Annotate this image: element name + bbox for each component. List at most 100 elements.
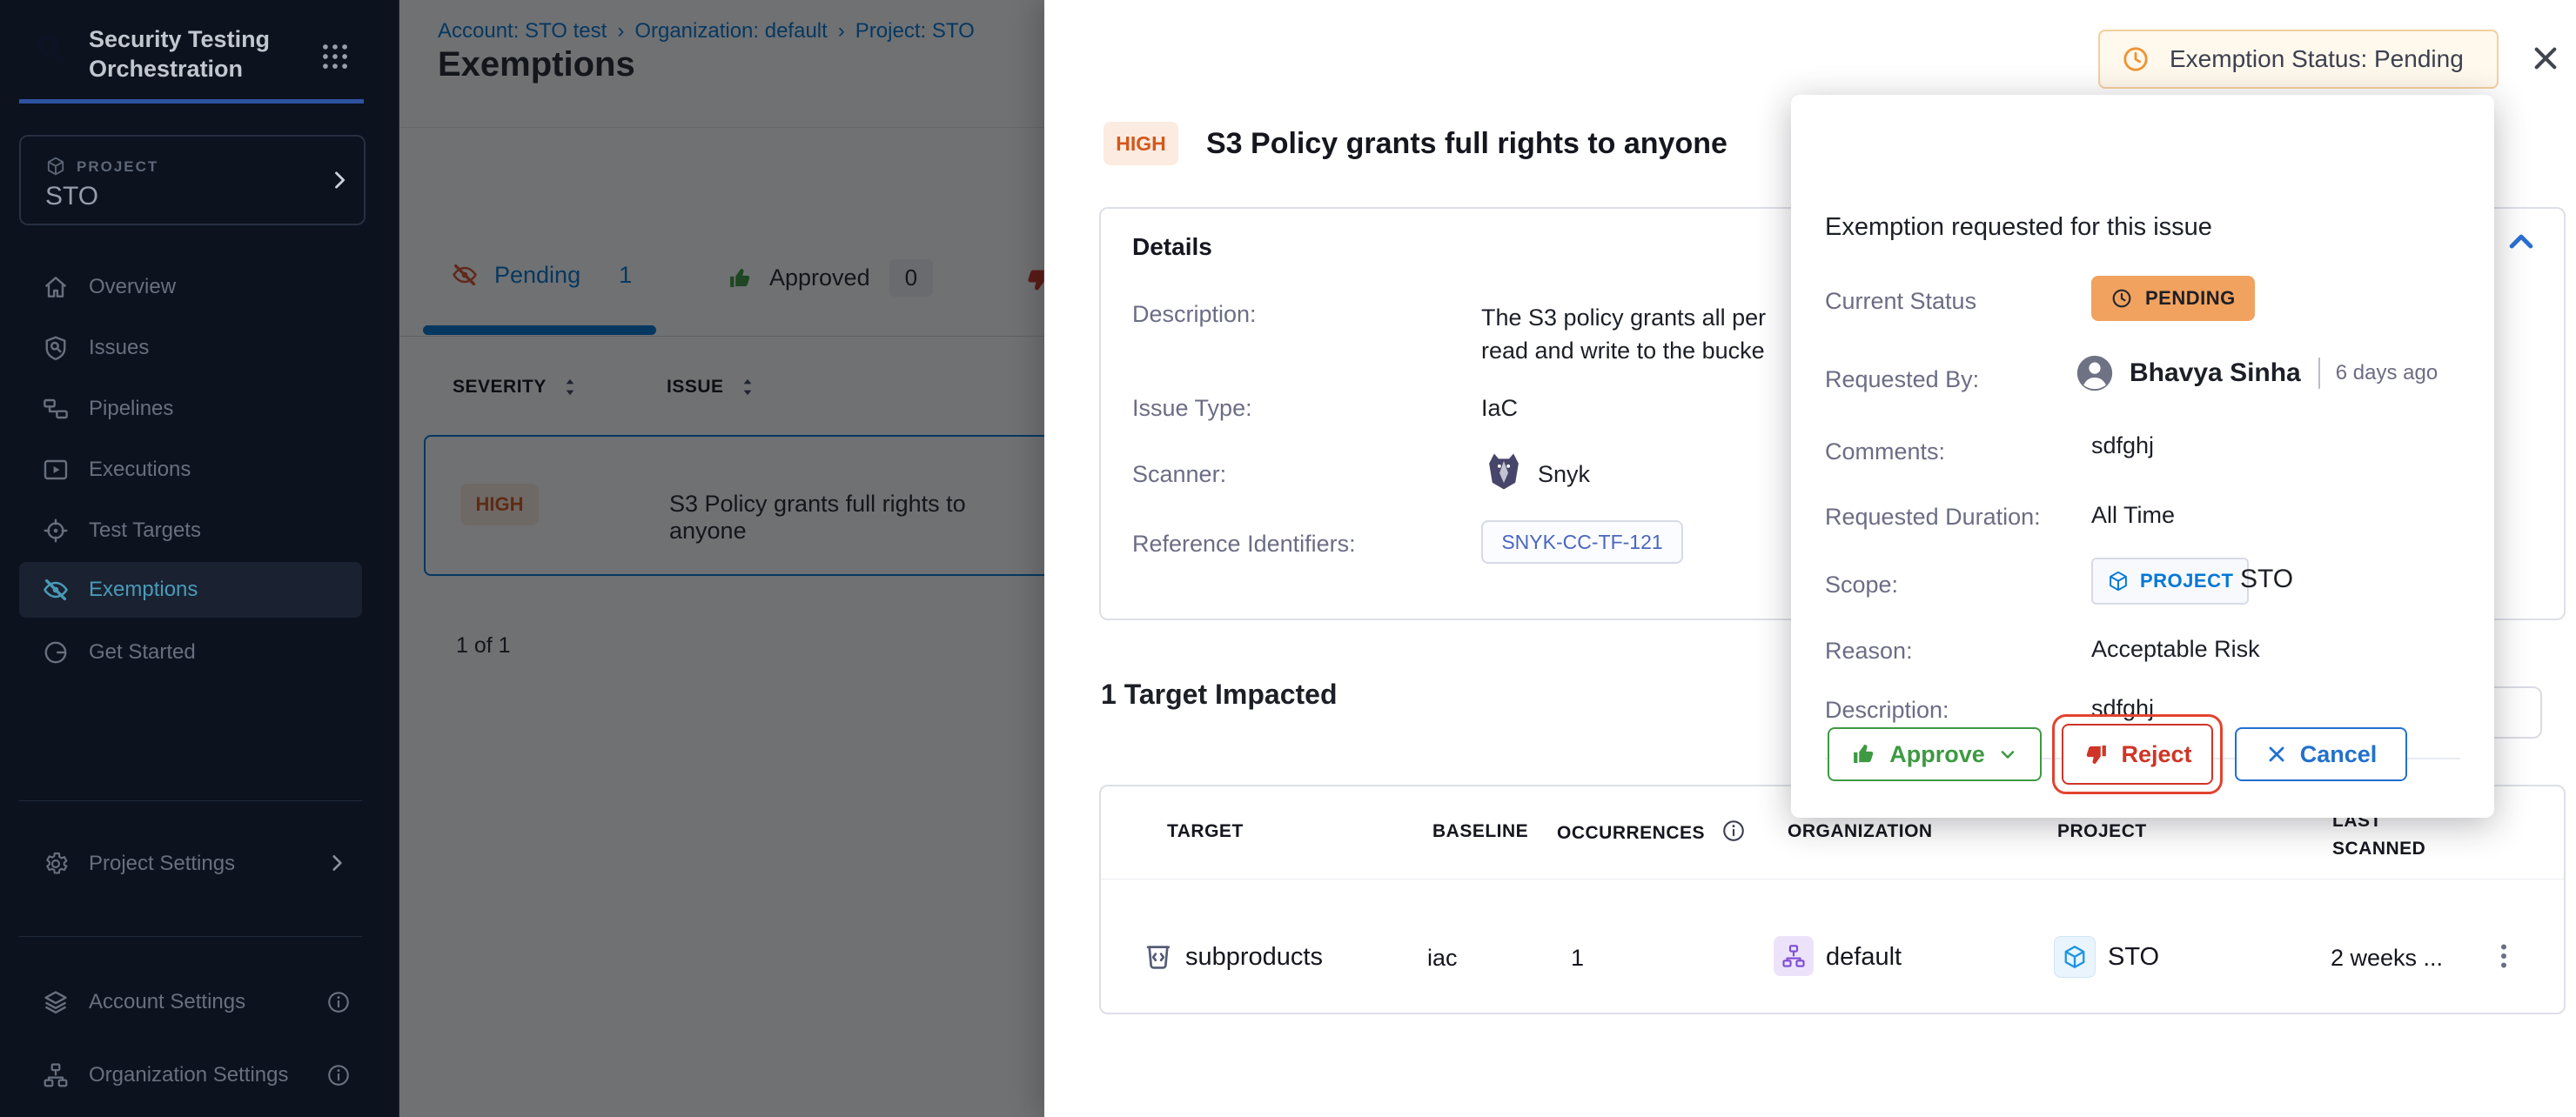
sidebar-item-label: Project Settings xyxy=(89,852,235,876)
home-icon xyxy=(42,273,70,301)
reference-identifier-chip[interactable]: SNYK-CC-TF-121 xyxy=(1481,520,1683,564)
duration-value: All Time xyxy=(2091,502,2175,529)
sidebar-item-issues[interactable]: Issues xyxy=(19,320,362,376)
description-label: Description: xyxy=(1132,301,1257,328)
sidebar-divider xyxy=(19,800,362,801)
comments-label: Comments: xyxy=(1825,438,1945,465)
occurrences-column-header: OCCURRENCES xyxy=(1557,823,1705,844)
thumbs-up-icon xyxy=(1851,741,1877,767)
reject-button[interactable]: Reject xyxy=(2062,724,2213,785)
collapse-chevron-up-icon[interactable] xyxy=(2504,224,2539,259)
occurrences-cell: 1 xyxy=(1571,945,1584,972)
reason-label: Reason: xyxy=(1825,638,1913,665)
organization-icon xyxy=(1774,936,1814,976)
cancel-button-label: Cancel xyxy=(2300,741,2378,768)
current-status-label: Current Status xyxy=(1825,288,1976,315)
sidebar-item-get-started[interactable]: Get Started xyxy=(19,625,362,680)
sidebar-item-label: Overview xyxy=(89,275,176,299)
description-label: Description: xyxy=(1825,697,1949,724)
issue-type-value: IaC xyxy=(1481,395,1518,422)
severity-badge: HIGH xyxy=(1104,122,1178,165)
project-selector[interactable]: PROJECT STO xyxy=(19,135,366,225)
sidebar-item-label: Executions xyxy=(89,458,191,482)
sidebar-item-organization-settings[interactable]: Organization Settings xyxy=(19,1047,362,1103)
reference-identifiers-label: Reference Identifiers: xyxy=(1132,531,1356,558)
clock-icon xyxy=(2110,287,2133,310)
app-title: Security Testing Orchestration xyxy=(89,24,324,84)
sidebar-item-executions[interactable]: Executions xyxy=(19,442,362,498)
chevron-down-icon xyxy=(1997,744,2018,765)
pending-status-badge: PENDING xyxy=(2091,276,2255,321)
info-icon[interactable] xyxy=(325,1062,352,1088)
target-type-icon xyxy=(1142,940,1175,973)
scope-badge-label: PROJECT xyxy=(2140,570,2233,592)
table-header-divider xyxy=(1101,879,2564,880)
requested-by-value: Bhavya Sinha 6 days ago xyxy=(2076,354,2438,392)
pipeline-icon xyxy=(42,395,70,423)
exemption-request-popover: Exemption requested for this issue Curre… xyxy=(1791,95,2494,818)
reject-focus-ring: Reject xyxy=(2052,714,2223,794)
shield-search-icon xyxy=(42,334,70,362)
chevron-right-icon xyxy=(327,168,352,192)
project-cube-icon xyxy=(2054,936,2096,978)
get-started-icon xyxy=(42,639,70,666)
organization-column-header: ORGANIZATION xyxy=(1788,821,1933,842)
description-line1: The S3 policy grants all per xyxy=(1481,301,1766,334)
target-column-header: TARGET xyxy=(1167,821,1244,842)
pending-status-label: PENDING xyxy=(2145,287,2236,310)
baseline-cell: iac xyxy=(1427,945,1458,972)
sidebar-item-label: Account Settings xyxy=(89,990,245,1014)
reason-value: Acceptable Risk xyxy=(2091,636,2260,663)
requested-by-label: Requested By: xyxy=(1825,366,1979,393)
avatar-icon xyxy=(2076,354,2114,392)
reject-button-label: Reject xyxy=(2121,741,2191,768)
scanner-value: Snyk xyxy=(1538,461,1590,488)
organization-cell: default xyxy=(1826,943,1902,972)
app-root: Security Testing Orchestration PROJECT S… xyxy=(0,0,2576,1117)
baseline-column-header: BASELINE xyxy=(1432,821,1528,842)
sidebar-item-label: Test Targets xyxy=(89,518,201,543)
close-icon[interactable] xyxy=(2529,42,2562,75)
project-cell: STO xyxy=(2108,943,2159,972)
modal-scrim[interactable] xyxy=(399,0,1044,1117)
chevron-right-icon xyxy=(325,852,348,874)
target-icon xyxy=(42,517,70,545)
project-column-header: PROJECT xyxy=(2057,821,2147,842)
clock-icon xyxy=(2121,44,2150,74)
kebab-menu-icon[interactable] xyxy=(2488,938,2519,974)
exemption-status-chip-label: Exemption Status: Pending xyxy=(2170,45,2464,73)
last-scanned-cell: 2 weeks ... xyxy=(2331,945,2443,972)
description-value: The S3 policy grants all per read and wr… xyxy=(1481,301,1766,367)
project-selector-label: PROJECT xyxy=(77,158,158,176)
requested-by-name: Bhavya Sinha xyxy=(2130,358,2301,388)
cancel-button[interactable]: Cancel xyxy=(2235,727,2407,781)
sidebar-item-account-settings[interactable]: Account Settings xyxy=(19,974,362,1030)
app-logo-shield-icon xyxy=(26,23,75,80)
sidebar-item-label: Get Started xyxy=(89,640,196,665)
info-icon[interactable] xyxy=(325,989,352,1015)
last-scanned-line2: SCANNED xyxy=(2332,839,2425,859)
comments-value: sdfghj xyxy=(2091,432,2154,459)
drawer-title: S3 Policy grants full rights to anyone xyxy=(1206,127,1727,161)
sidebar-item-label: Organization Settings xyxy=(89,1063,288,1087)
approve-button[interactable]: Approve xyxy=(1828,727,2042,781)
project-cube-icon xyxy=(45,156,66,177)
layers-icon xyxy=(42,988,70,1016)
gear-icon xyxy=(42,850,70,878)
info-icon[interactable] xyxy=(1721,818,1747,844)
sidebar-item-overview[interactable]: Overview xyxy=(19,259,362,315)
sidebar-item-label: Issues xyxy=(89,336,149,360)
requested-by-time: 6 days ago xyxy=(2336,361,2438,385)
scope-project-badge: PROJECT xyxy=(2091,558,2249,605)
module-grid-icon[interactable] xyxy=(319,40,352,73)
scope-label: Scope: xyxy=(1825,572,1898,599)
executions-icon xyxy=(42,456,70,484)
sidebar-item-test-targets[interactable]: Test Targets xyxy=(19,503,362,558)
sidebar-item-pipelines[interactable]: Pipelines xyxy=(19,381,362,437)
targets-table-card: TARGET BASELINE OCCURRENCES ORGANIZATION… xyxy=(1099,785,2566,1014)
issue-type-label: Issue Type: xyxy=(1132,395,1252,422)
sidebar-item-project-settings[interactable]: Project Settings xyxy=(19,836,362,892)
sidebar-item-exemptions[interactable]: Exemptions xyxy=(19,562,362,618)
sidebar-item-label: Exemptions xyxy=(89,578,198,602)
details-heading: Details xyxy=(1132,233,1212,261)
